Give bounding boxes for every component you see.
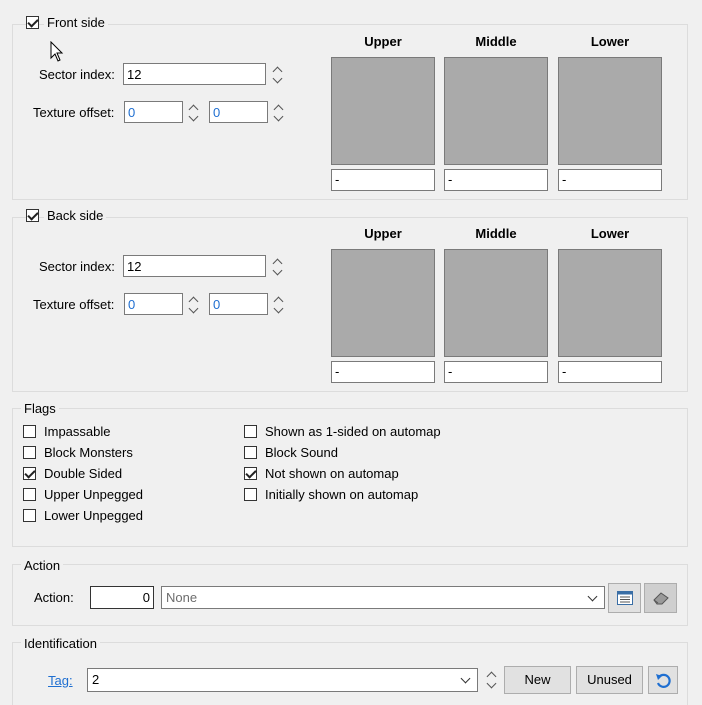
undo-arrow-icon xyxy=(656,673,671,688)
back-sector-index-input[interactable]: 12 xyxy=(123,255,266,277)
tag-select-value: 2 xyxy=(92,672,100,687)
flag-double-sided-checkbox[interactable] xyxy=(23,467,36,480)
flag-upper-unpegged-label[interactable]: Upper Unpegged xyxy=(44,487,143,502)
front-lower-texture-input[interactable]: - xyxy=(558,169,662,191)
flag-block-sound-checkbox[interactable] xyxy=(244,446,257,459)
flag-not-shown-automap-checkbox[interactable] xyxy=(244,467,257,480)
identification-title: Identification xyxy=(21,636,100,651)
flag-block-monsters-checkbox[interactable] xyxy=(23,446,36,459)
flag-block-monsters-label[interactable]: Block Monsters xyxy=(44,445,133,460)
flag-double-sided-label[interactable]: Double Sided xyxy=(44,466,122,481)
front-upper-texture-input[interactable]: - xyxy=(331,169,435,191)
action-clear-button[interactable] xyxy=(644,583,677,613)
flag-initially-shown-checkbox[interactable] xyxy=(244,488,257,501)
flag-impassable-label[interactable]: Impassable xyxy=(44,424,110,439)
flag-impassable-checkbox[interactable] xyxy=(23,425,36,438)
back-side-checkbox[interactable] xyxy=(26,209,39,222)
front-sector-index-label: Sector index: xyxy=(39,67,115,82)
front-lower-texture-preview[interactable] xyxy=(558,57,662,165)
front-side-title[interactable]: Front side xyxy=(44,15,108,30)
back-upper-texture-preview[interactable] xyxy=(331,249,435,357)
front-upper-heading: Upper xyxy=(364,34,402,49)
front-offset-x-input[interactable]: 0 xyxy=(124,101,183,123)
list-browse-icon xyxy=(616,591,633,605)
back-middle-texture-input[interactable]: - xyxy=(444,361,548,383)
action-browse-button[interactable] xyxy=(608,583,641,613)
back-upper-heading: Upper xyxy=(364,226,402,241)
tag-undo-button[interactable] xyxy=(648,666,678,694)
back-lower-heading: Lower xyxy=(590,226,630,241)
front-middle-heading: Middle xyxy=(475,34,517,49)
front-side-checkbox[interactable] xyxy=(26,16,39,29)
action-title: Action xyxy=(21,558,64,573)
flag-upper-unpegged-checkbox[interactable] xyxy=(23,488,36,501)
front-offset-y-input[interactable]: 0 xyxy=(209,101,268,123)
back-lower-texture-input[interactable]: - xyxy=(558,361,662,383)
back-side-title[interactable]: Back side xyxy=(44,208,107,223)
back-offset-y-spinner[interactable] xyxy=(273,293,284,317)
front-offset-x-spinner[interactable] xyxy=(188,101,199,125)
front-sector-index-spinner[interactable] xyxy=(272,63,283,87)
action-label: Action: xyxy=(34,590,74,605)
front-lower-heading: Lower xyxy=(590,34,630,49)
chevron-down-icon xyxy=(587,591,598,602)
flag-shown-one-sided-checkbox[interactable] xyxy=(244,425,257,438)
flag-not-shown-automap-label[interactable]: Not shown on automap xyxy=(265,466,399,481)
tag-new-button[interactable]: New xyxy=(504,666,571,694)
flag-lower-unpegged-label[interactable]: Lower Unpegged xyxy=(44,508,143,523)
front-offset-y-spinner[interactable] xyxy=(273,101,284,125)
front-sector-index-input[interactable]: 12 xyxy=(123,63,266,85)
back-middle-heading: Middle xyxy=(475,226,517,241)
flag-lower-unpegged-checkbox[interactable] xyxy=(23,509,36,522)
back-offset-x-spinner[interactable] xyxy=(188,293,199,317)
action-number-input[interactable]: 0 xyxy=(90,586,154,609)
action-select-value: None xyxy=(166,590,198,605)
back-upper-texture-input[interactable]: - xyxy=(331,361,435,383)
front-middle-texture-preview[interactable] xyxy=(444,57,548,165)
back-offset-x-input[interactable]: 0 xyxy=(124,293,183,315)
tag-unused-button[interactable]: Unused xyxy=(576,666,643,694)
tag-spinner[interactable] xyxy=(486,668,497,692)
back-lower-texture-preview[interactable] xyxy=(558,249,662,357)
front-texture-offset-label: Texture offset: xyxy=(33,105,115,120)
back-sector-index-label: Sector index: xyxy=(39,259,115,274)
flag-shown-one-sided-label[interactable]: Shown as 1-sided on automap xyxy=(265,424,441,439)
eraser-icon xyxy=(652,592,669,605)
front-upper-texture-preview[interactable] xyxy=(331,57,435,165)
tag-link[interactable]: Tag: xyxy=(48,673,73,688)
chevron-down-icon xyxy=(460,673,471,684)
flag-block-sound-label[interactable]: Block Sound xyxy=(265,445,338,460)
back-texture-offset-label: Texture offset: xyxy=(33,297,115,312)
back-offset-y-input[interactable]: 0 xyxy=(209,293,268,315)
mouse-cursor-icon xyxy=(50,41,64,62)
flag-initially-shown-label[interactable]: Initially shown on automap xyxy=(265,487,418,502)
back-middle-texture-preview[interactable] xyxy=(444,249,548,357)
tag-select[interactable]: 2 xyxy=(87,668,478,692)
back-sector-index-spinner[interactable] xyxy=(272,255,283,279)
flags-title: Flags xyxy=(21,401,59,416)
action-select[interactable]: None xyxy=(161,586,605,609)
front-middle-texture-input[interactable]: - xyxy=(444,169,548,191)
